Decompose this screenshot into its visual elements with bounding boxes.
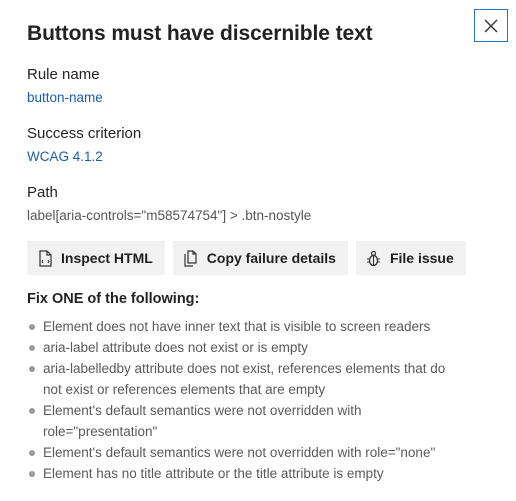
bug-icon: [366, 249, 382, 267]
rule-name-link[interactable]: button-name: [27, 90, 103, 105]
path-label: Path: [27, 184, 58, 201]
inspect-html-label: Inspect HTML: [61, 250, 153, 266]
file-issue-button[interactable]: File issue: [355, 241, 466, 275]
list-item: Element does not have inner text that is…: [27, 316, 467, 337]
list-item: Element has no title attribute or the ti…: [27, 463, 467, 484]
success-criterion-link[interactable]: WCAG 4.1.2: [27, 149, 103, 164]
list-item: Element's default semantics were not ove…: [27, 442, 467, 463]
close-button[interactable]: [474, 9, 508, 42]
failure-details-panel: Buttons must have discernible text Rule …: [0, 0, 516, 501]
list-item: Element's default semantics were not ove…: [27, 400, 467, 442]
file-issue-label: File issue: [389, 250, 454, 266]
copy-failure-details-button[interactable]: Copy failure details: [172, 241, 348, 275]
success-criterion-label: Success criterion: [27, 125, 142, 142]
list-item: aria-label attribute does not exist or i…: [27, 337, 467, 358]
close-icon: [484, 19, 498, 32]
inspect-html-icon: [37, 249, 53, 267]
fix-list: Element does not have inner text that is…: [27, 316, 467, 484]
action-buttons: Inspect HTML Copy failure details File i…: [27, 241, 466, 275]
inspect-html-button[interactable]: Inspect HTML: [27, 241, 165, 275]
copy-failure-details-label: Copy failure details: [206, 250, 336, 266]
copy-icon: [183, 249, 199, 267]
rule-name-label: Rule name: [27, 66, 100, 83]
fix-heading: Fix ONE of the following:: [27, 291, 200, 307]
path-value: label[aria-controls="m58574754"] > .btn-…: [27, 208, 312, 223]
list-item: aria-labelledby attribute does not exist…: [27, 358, 467, 400]
panel-title: Buttons must have discernible text: [27, 22, 373, 45]
